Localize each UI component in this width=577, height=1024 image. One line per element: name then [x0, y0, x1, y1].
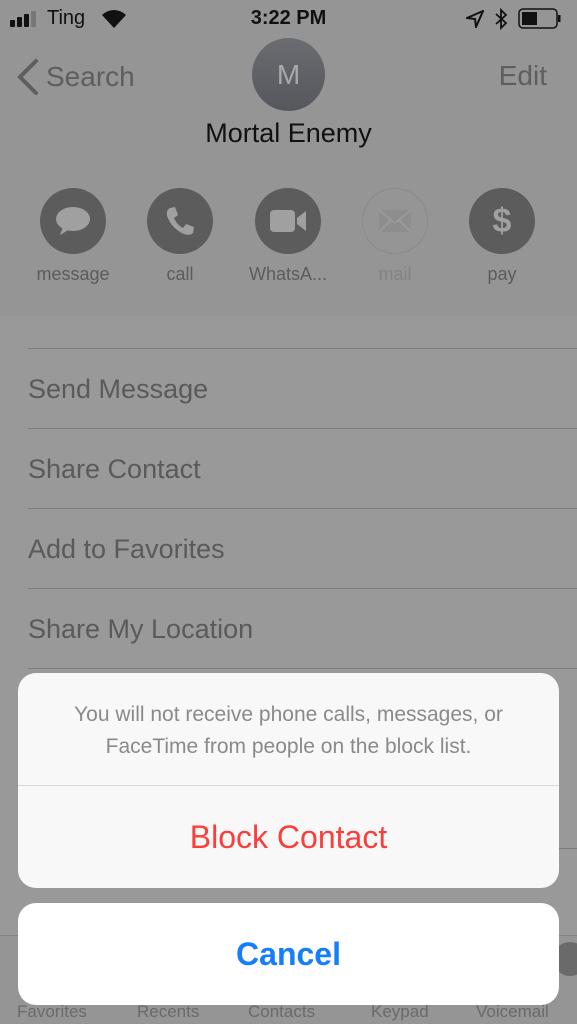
action-label: pay: [487, 264, 517, 284]
cancel-button[interactable]: Cancel: [18, 903, 559, 1005]
action-label: call: [166, 264, 194, 284]
block-contact-button[interactable]: Block Contact: [18, 786, 559, 888]
list-item-share-location[interactable]: Share My Location: [28, 588, 577, 668]
mail-icon: [378, 209, 412, 233]
action-pay[interactable]: $ pay: [457, 188, 547, 285]
chevron-left-icon: [17, 59, 38, 95]
list-item-share-contact[interactable]: Share Contact: [28, 428, 577, 508]
avatar: M: [252, 38, 325, 111]
action-label: message: [36, 264, 110, 284]
list-item-send-message[interactable]: Send Message: [28, 348, 577, 428]
avatar-initial: M: [276, 58, 301, 90]
contact-name: Mortal Enemy: [205, 118, 372, 148]
divider: [28, 668, 577, 669]
battery-icon: [518, 8, 561, 29]
action-label: WhatsA...: [248, 264, 328, 284]
tab-voicemail[interactable]: Voicemail: [476, 1002, 549, 1022]
back-button[interactable]: Search: [14, 57, 135, 97]
status-bar: Ting 3:22 PM: [0, 0, 577, 38]
bluetooth-icon: [495, 8, 508, 30]
dollar-icon: $: [492, 201, 512, 240]
tab-keypad[interactable]: Keypad: [371, 1002, 429, 1022]
list-item-add-favorites[interactable]: Add to Favorites: [28, 508, 577, 588]
message-icon: [56, 207, 90, 235]
tab-recents[interactable]: Recents: [137, 1002, 199, 1022]
phone-icon: [166, 207, 194, 235]
action-call[interactable]: call: [135, 188, 225, 285]
tab-contacts[interactable]: Contacts: [248, 1002, 315, 1022]
action-sheet: You will not receive phone calls, messag…: [18, 673, 559, 888]
edit-button[interactable]: Edit: [499, 60, 547, 92]
sheet-message: You will not receive phone calls, messag…: [74, 703, 503, 758]
action-label: mail: [378, 264, 412, 284]
action-message[interactable]: message: [28, 188, 118, 285]
tab-favorites[interactable]: Favorites: [17, 1002, 87, 1022]
action-whatsapp[interactable]: WhatsA...: [243, 188, 333, 285]
location-icon: [466, 10, 484, 28]
video-icon: [270, 210, 306, 232]
action-mail: mail: [350, 188, 440, 285]
clock: 3:22 PM: [250, 7, 327, 29]
back-label: Search: [46, 61, 135, 92]
